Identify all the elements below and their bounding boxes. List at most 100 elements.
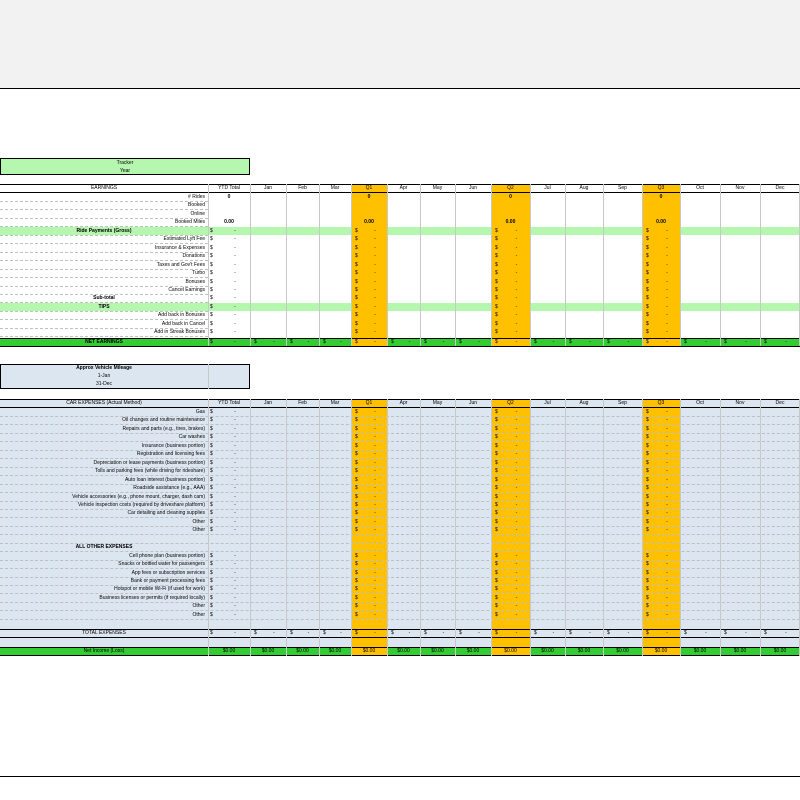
earnings-row-label[interactable]: Turbo [0, 269, 208, 277]
quarter-dollar-cell[interactable]: $ [351, 594, 363, 602]
month-dash-cell[interactable]: - [732, 629, 760, 637]
ytd-dollar-cell[interactable]: $ [208, 261, 220, 269]
quarter-dash-cell[interactable]: - [363, 484, 387, 492]
quarter-dollar-cell[interactable]: $ [351, 577, 363, 585]
ytd-dollar-cell[interactable]: $ [208, 493, 220, 501]
quarter-dollar-cell[interactable]: $ [642, 261, 654, 269]
quarter-dash-cell[interactable]: - [654, 269, 680, 277]
quarter-dash-cell[interactable]: - [363, 408, 387, 416]
quarter-dash-cell[interactable]: - [503, 560, 530, 568]
quarter-dollar-cell[interactable]: $ [351, 433, 363, 441]
month-header-aug[interactable]: Aug [565, 399, 603, 407]
month-dash-cell[interactable]: - [503, 629, 530, 637]
month-dollar-cell[interactable]: $ [250, 629, 262, 637]
quarter-dash-cell[interactable]: - [503, 577, 530, 585]
ytd-dash-cell[interactable]: - [220, 501, 250, 509]
quarter-dollar-cell[interactable]: $ [351, 244, 363, 252]
quarter-dash-cell[interactable]: - [363, 269, 387, 277]
ytd-dash-cell[interactable]: - [220, 552, 250, 560]
quarter-dash-cell[interactable]: - [654, 227, 680, 235]
quarter-dash-cell[interactable]: - [503, 585, 530, 593]
month-dollar-cell[interactable]: $ [286, 338, 298, 346]
earnings-row-label[interactable]: Donations [0, 252, 208, 260]
quarter-dash-cell[interactable]: - [503, 227, 530, 235]
quarter-dash-cell[interactable]: - [654, 552, 680, 560]
month-net-income[interactable]: $0.00 [351, 647, 387, 655]
month-dash-cell[interactable]: - [432, 629, 455, 637]
quarter-dollar-cell[interactable]: $ [351, 459, 363, 467]
earnings-row-label[interactable]: # Rides [0, 193, 208, 201]
earnings-row-label[interactable]: Taxes and Gov't Fees [0, 261, 208, 269]
car-expense-label[interactable]: Car washes [0, 433, 208, 441]
quarter-dollar-cell[interactable]: $ [351, 509, 363, 517]
quarter-dash-cell[interactable]: - [503, 476, 530, 484]
month-dollar-cell[interactable]: $ [680, 338, 692, 346]
ytd-dash-cell[interactable]: - [220, 311, 250, 319]
quarter-dash-cell[interactable]: - [503, 611, 530, 619]
quarter-dollar-cell[interactable]: $ [351, 585, 363, 593]
month-dash-cell[interactable]: - [363, 629, 387, 637]
quarter-dash-cell[interactable]: - [503, 320, 530, 328]
car-expense-label[interactable]: Registration and licensing fees [0, 450, 208, 458]
ytd-dash-cell[interactable]: - [220, 459, 250, 467]
earnings-row-label[interactable]: Estimated Lyft Fee [0, 235, 208, 243]
quarter-dash-cell[interactable]: - [654, 585, 680, 593]
quarter-dollar-cell[interactable]: $ [642, 450, 654, 458]
ytd-dash-cell[interactable]: - [220, 476, 250, 484]
quarter-dollar-cell[interactable]: $ [351, 227, 363, 235]
other-expense-label[interactable]: Other [0, 602, 208, 610]
month-header-jun[interactable]: Jun [455, 399, 491, 407]
quarter-dollar-cell[interactable]: $ [491, 416, 503, 424]
month-dash-cell[interactable]: - [577, 629, 603, 637]
month-header-aug[interactable]: Aug [565, 184, 603, 192]
quarter-dollar-cell[interactable]: $ [351, 518, 363, 526]
month-header-mar[interactable]: Mar [319, 399, 351, 407]
quarter-dash-cell[interactable]: - [654, 244, 680, 252]
quarter-dollar-cell[interactable]: $ [642, 294, 654, 302]
quarter-dash-cell[interactable]: - [654, 602, 680, 610]
month-header-nov[interactable]: Nov [720, 399, 760, 407]
ytd-dollar-cell[interactable]: $ [208, 433, 220, 441]
quarter-dash-cell[interactable]: - [363, 467, 387, 475]
earnings-row-label[interactable]: Add back in Bonuses [0, 311, 208, 319]
quarter-miles-value[interactable]: 0.00 [351, 218, 387, 226]
ytd-dash-cell[interactable]: - [220, 408, 250, 416]
quarter-dollar-cell[interactable]: $ [351, 252, 363, 260]
quarter-dash-cell[interactable]: - [503, 278, 530, 286]
quarter-dollar-cell[interactable]: $ [491, 244, 503, 252]
month-dollar-cell[interactable]: $ [491, 338, 503, 346]
month-dash-cell[interactable]: - [399, 629, 420, 637]
ytd-dollar-cell[interactable]: $ [208, 442, 220, 450]
ytd-dollar-cell[interactable]: $ [208, 303, 220, 311]
quarter-dash-cell[interactable]: - [503, 467, 530, 475]
month-header-apr[interactable]: Apr [387, 184, 420, 192]
tracker-year[interactable]: Year [0, 167, 250, 175]
month-dash-cell[interactable]: - [772, 629, 800, 637]
quarter-dash-cell[interactable]: - [363, 585, 387, 593]
car-expense-label[interactable]: Other [0, 526, 208, 534]
ytd-dash-cell[interactable]: - [220, 602, 250, 610]
month-dash-cell[interactable]: - [615, 338, 642, 346]
ytd-dollar-cell[interactable]: $ [208, 501, 220, 509]
earnings-row-label[interactable]: Insurance & Expenses [0, 244, 208, 252]
quarter-dash-cell[interactable]: - [363, 602, 387, 610]
month-dash-cell[interactable]: - [654, 338, 680, 346]
month-dollar-cell[interactable]: $ [642, 338, 654, 346]
month-net-income[interactable]: $0.00 [286, 647, 319, 655]
ytd-dollar-cell[interactable]: $ [208, 235, 220, 243]
month-header-mar[interactable]: Mar [319, 184, 351, 192]
ytd-dollar-cell[interactable]: $ [208, 286, 220, 294]
quarter-dollar-cell[interactable]: $ [642, 433, 654, 441]
month-header-jan[interactable]: Jan [250, 399, 286, 407]
quarter-dollar-cell[interactable]: $ [491, 484, 503, 492]
month-dollar-cell[interactable]: $ [603, 629, 615, 637]
quarter-dash-cell[interactable]: - [363, 425, 387, 433]
quarter-dash-cell[interactable]: - [363, 278, 387, 286]
ytd-dollar-cell[interactable]: $ [208, 328, 220, 336]
quarter-dash-cell[interactable]: - [654, 484, 680, 492]
quarter-dash-cell[interactable]: - [363, 569, 387, 577]
quarter-dollar-cell[interactable]: $ [642, 467, 654, 475]
quarter-dash-cell[interactable]: - [503, 252, 530, 260]
quarter-dash-cell[interactable]: - [654, 450, 680, 458]
month-dash-cell[interactable]: - [692, 629, 720, 637]
